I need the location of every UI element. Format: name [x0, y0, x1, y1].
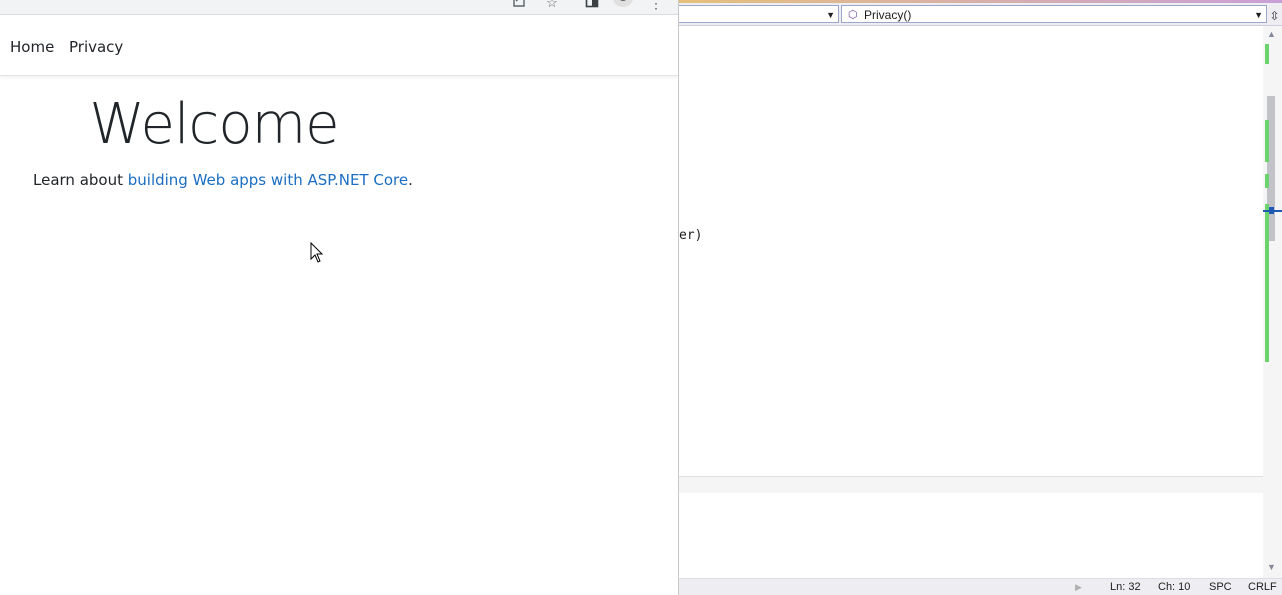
status-line-ending[interactable]: CRLF — [1248, 581, 1277, 593]
intro-text: Learn about — [33, 171, 128, 189]
nav-link-home[interactable]: Home — [10, 38, 54, 56]
lower-editor-pane[interactable] — [679, 493, 1263, 578]
intro-period: . — [408, 171, 413, 189]
profile-icon[interactable] — [613, 0, 633, 9]
member-combo[interactable]: ⬡ Privacy() ▼ — [841, 5, 1267, 23]
horizontal-scrollbar[interactable] — [679, 476, 1263, 494]
chevron-down-icon: ▼ — [1254, 10, 1263, 20]
page-title: Welcome — [89, 92, 339, 157]
change-margin-mark — [1265, 174, 1269, 188]
status-bar: ▶ Ln: 32 Ch: 10 SPC CRLF — [679, 578, 1282, 595]
status-whitespace-mode[interactable]: SPC — [1209, 581, 1232, 593]
share-icon[interactable] — [510, 0, 528, 12]
change-margin-mark — [1265, 120, 1269, 162]
status-line-number[interactable]: Ln: 32 — [1110, 581, 1141, 593]
method-icon: ⬡ — [848, 9, 858, 21]
visual-studio-editor: ▼ ⬡ Privacy() ▼ ⇳ er) ▲ ▼ ▶ Ln: 32 Ch: 1… — [679, 0, 1282, 595]
status-column-number[interactable]: Ch: 10 — [1158, 581, 1190, 593]
site-navbar: Home Privacy — [0, 15, 678, 76]
scroll-down-icon[interactable]: ▼ — [1267, 562, 1276, 572]
menu-icon[interactable]: ⋮ — [647, 0, 665, 12]
star-icon[interactable]: ☆ — [543, 0, 561, 12]
member-combo-value: Privacy() — [864, 8, 912, 22]
scroll-up-icon[interactable]: ▲ — [1267, 29, 1276, 39]
navigation-bar: ▼ ⬡ Privacy() ▼ ⇳ — [679, 3, 1282, 26]
code-line: er) — [679, 228, 703, 243]
caret-position-dot — [1269, 207, 1274, 214]
vertical-scrollbar[interactable]: ▲ ▼ — [1263, 26, 1282, 578]
change-margin-mark — [1265, 204, 1269, 362]
aspnet-docs-link[interactable]: building Web apps with ASP.NET Core — [128, 171, 408, 189]
browser-toolbar: ☆ ⋮ — [0, 0, 678, 15]
type-combo[interactable]: ▼ — [679, 5, 839, 23]
status-arrow-icon: ▶ — [1075, 582, 1082, 592]
split-window-icon[interactable]: ⇳ — [1267, 6, 1282, 26]
mouse-cursor-icon — [310, 242, 324, 263]
nav-link-privacy[interactable]: Privacy — [69, 38, 123, 56]
chevron-down-icon: ▼ — [826, 10, 835, 20]
intro-paragraph: Learn about building Web apps with ASP.N… — [33, 171, 413, 189]
side-panel-icon[interactable] — [583, 0, 601, 12]
change-margin-mark — [1265, 44, 1269, 64]
browser-window: ☆ ⋮ Home Privacy Welcome Learn about bui… — [0, 0, 679, 595]
code-editor[interactable]: er) — [679, 26, 1263, 476]
